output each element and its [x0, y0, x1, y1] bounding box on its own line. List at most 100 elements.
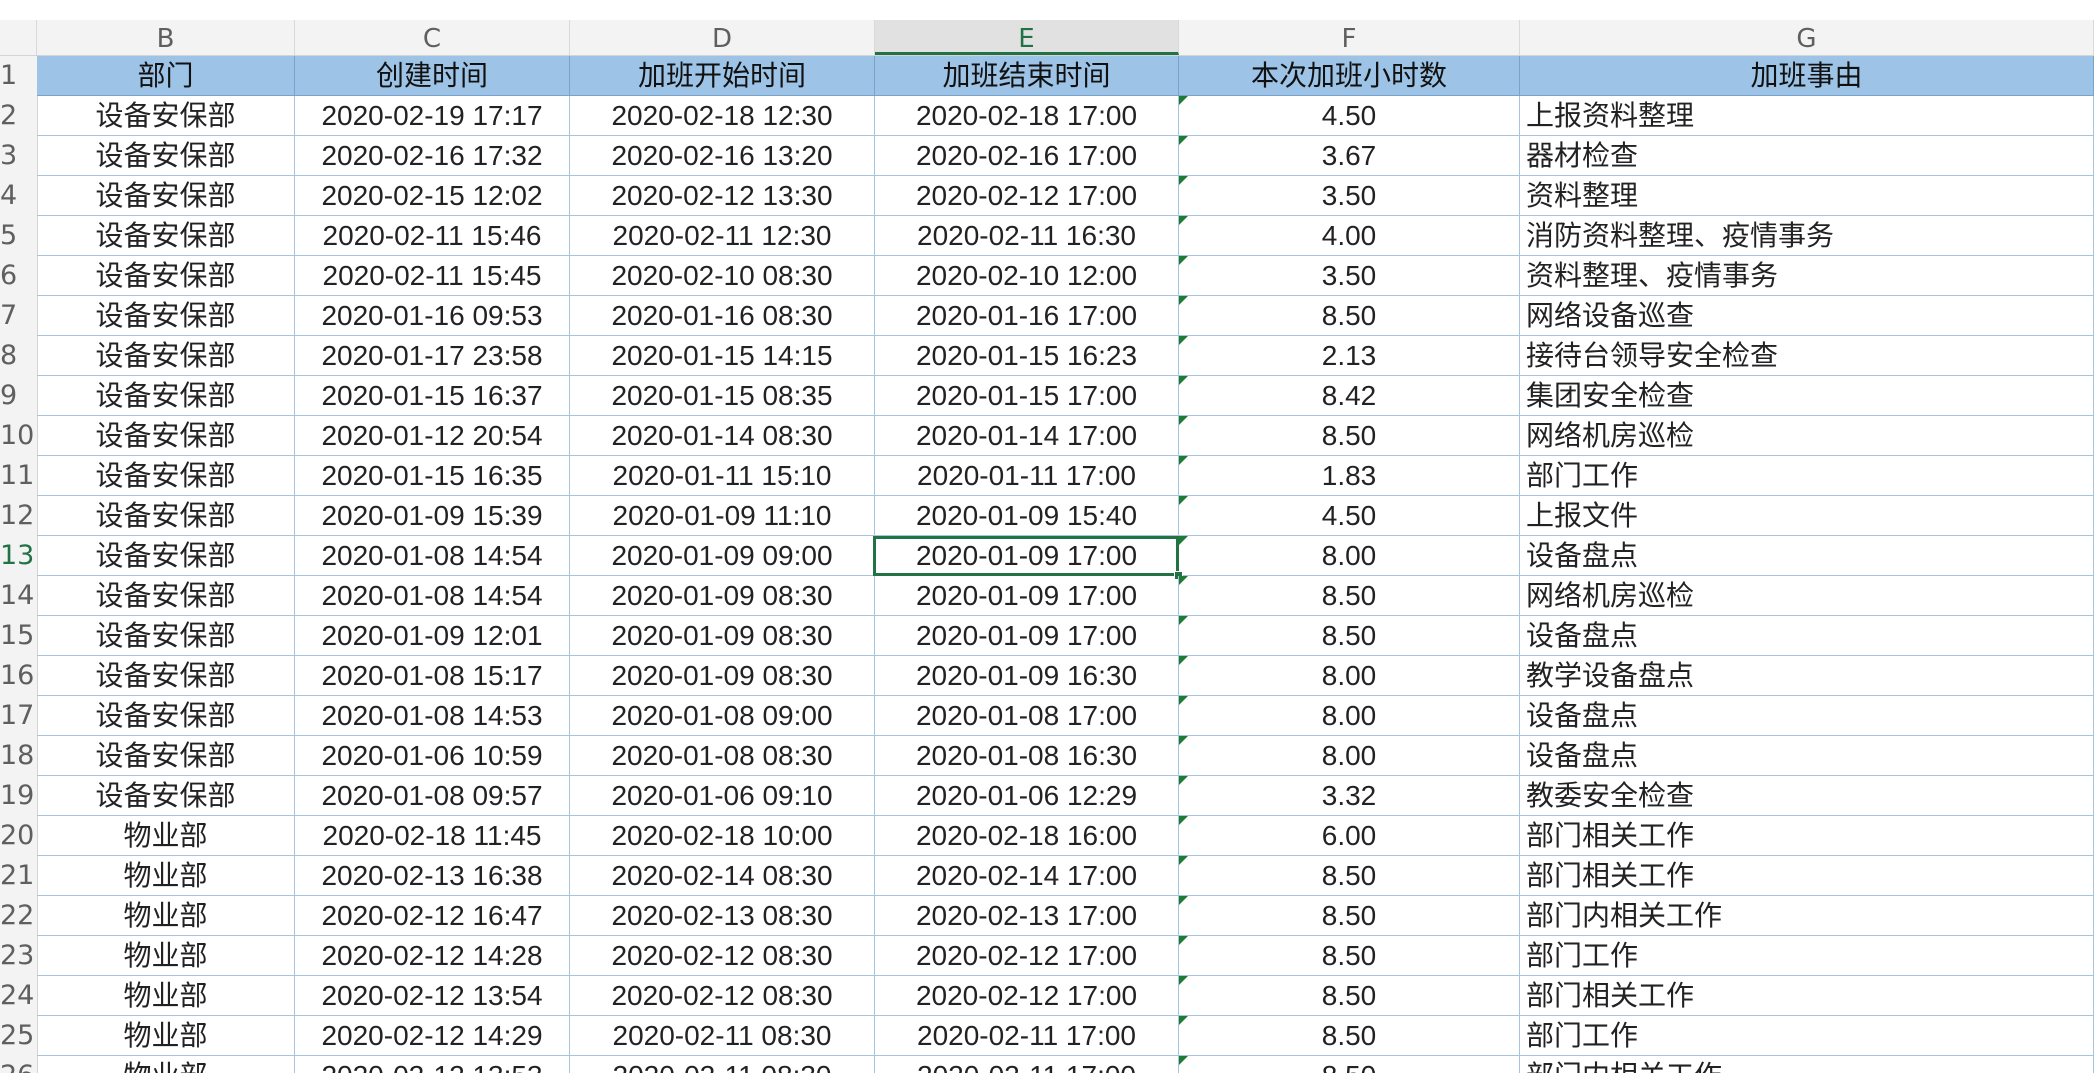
cell-department[interactable]: 设备安保部 — [37, 96, 295, 136]
column-header-e[interactable]: E — [875, 20, 1179, 55]
cell-hours[interactable]: 8.00 — [1179, 696, 1520, 736]
cell-end-time[interactable]: 2020-01-06 12:29 — [875, 776, 1179, 816]
cell-reason[interactable]: 教学设备盘点 — [1520, 656, 2094, 696]
cell-created-time[interactable]: 2020-01-08 14:54 — [295, 576, 570, 616]
cell-department[interactable]: 物业部 — [37, 816, 295, 856]
cell-end-time[interactable]: 2020-01-09 16:30 — [875, 656, 1179, 696]
cell-reason[interactable]: 消防资料整理、疫情事务 — [1520, 216, 2094, 256]
cell-created-time[interactable]: 2020-01-15 16:37 — [295, 376, 570, 416]
cell-end-time[interactable]: 2020-01-14 17:00 — [875, 416, 1179, 456]
cell-reason[interactable]: 部门相关工作 — [1520, 856, 2094, 896]
cell-created-time[interactable]: 2020-02-12 14:29 — [295, 1016, 570, 1056]
cell-department[interactable]: 设备安保部 — [37, 456, 295, 496]
cell-department[interactable]: 设备安保部 — [37, 376, 295, 416]
cell-reason[interactable]: 网络机房巡检 — [1520, 576, 2094, 616]
row-header[interactable]: 20 — [0, 816, 37, 856]
cell-created-time[interactable]: 2020-01-09 12:01 — [295, 616, 570, 656]
cell-hours[interactable]: 8.00 — [1179, 736, 1520, 776]
cell-start-time[interactable]: 2020-02-14 08:30 — [570, 856, 875, 896]
cell-start-time[interactable]: 2020-01-09 08:30 — [570, 576, 875, 616]
cell-reason[interactable]: 网络机房巡检 — [1520, 416, 2094, 456]
cell-department[interactable]: 物业部 — [37, 856, 295, 896]
cell-start-time[interactable]: 2020-01-16 08:30 — [570, 296, 875, 336]
cell-start-time[interactable]: 2020-02-18 10:00 — [570, 816, 875, 856]
cell-department[interactable]: 物业部 — [37, 936, 295, 976]
cell-hours[interactable]: 4.50 — [1179, 496, 1520, 536]
cell-created-time[interactable]: 2020-02-12 13:53 — [295, 1056, 570, 1073]
cell-department[interactable]: 设备安保部 — [37, 256, 295, 296]
cell-hours[interactable]: 8.50 — [1179, 296, 1520, 336]
row-header[interactable]: 7 — [0, 296, 37, 336]
row-header[interactable]: 23 — [0, 936, 37, 976]
row-header[interactable]: 6 — [0, 256, 37, 296]
cell-department[interactable]: 设备安保部 — [37, 656, 295, 696]
row-header[interactable]: 10 — [0, 416, 37, 456]
cell-department[interactable]: 设备安保部 — [37, 296, 295, 336]
cell-start-time[interactable]: 2020-02-11 08:30 — [570, 1016, 875, 1056]
cell-end-time[interactable]: 2020-02-16 17:00 — [875, 136, 1179, 176]
cell-hours[interactable]: 3.67 — [1179, 136, 1520, 176]
cell-reason[interactable]: 设备盘点 — [1520, 696, 2094, 736]
cell-created-time[interactable]: 2020-02-13 16:38 — [295, 856, 570, 896]
cell-start-time[interactable]: 2020-02-16 13:20 — [570, 136, 875, 176]
cell-end-time[interactable]: 2020-02-10 12:00 — [875, 256, 1179, 296]
cell-end-time[interactable]: 2020-01-08 17:00 — [875, 696, 1179, 736]
row-header[interactable]: 25 — [0, 1016, 37, 1056]
cell-end-time[interactable]: 2020-01-09 17:00 — [875, 616, 1179, 656]
cell-start-time[interactable]: 2020-01-11 15:10 — [570, 456, 875, 496]
row-header[interactable]: 9 — [0, 376, 37, 416]
row-header[interactable]: 2 — [0, 96, 37, 136]
row-header[interactable]: 16 — [0, 656, 37, 696]
cell-end-time[interactable]: 2020-01-15 16:23 — [875, 336, 1179, 376]
cell-created-time[interactable]: 2020-01-17 23:58 — [295, 336, 570, 376]
cell-hours[interactable]: 8.50 — [1179, 416, 1520, 456]
cell-end-time[interactable]: 2020-01-15 17:00 — [875, 376, 1179, 416]
cell-created-time[interactable]: 2020-01-12 20:54 — [295, 416, 570, 456]
row-header[interactable]: 24 — [0, 976, 37, 1016]
cell-reason[interactable]: 部门工作 — [1520, 456, 2094, 496]
cell-hours[interactable]: 8.50 — [1179, 1056, 1520, 1073]
cell-reason[interactable]: 上报资料整理 — [1520, 96, 2094, 136]
cell-created-time[interactable]: 2020-01-16 09:53 — [295, 296, 570, 336]
cell-created-time[interactable]: 2020-02-12 16:47 — [295, 896, 570, 936]
cell-reason[interactable]: 资料整理 — [1520, 176, 2094, 216]
cell-end-time[interactable]: 2020-02-18 16:00 — [875, 816, 1179, 856]
cell-department[interactable]: 设备安保部 — [37, 336, 295, 376]
cell-start-time[interactable]: 2020-01-14 08:30 — [570, 416, 875, 456]
cell-hours[interactable]: 4.00 — [1179, 216, 1520, 256]
cell-reason[interactable]: 教委安全检查 — [1520, 776, 2094, 816]
row-header[interactable]: 17 — [0, 696, 37, 736]
cell-department[interactable]: 设备安保部 — [37, 216, 295, 256]
cell-reason[interactable]: 接待台领导安全检查 — [1520, 336, 2094, 376]
cell-end-time[interactable]: 2020-01-08 16:30 — [875, 736, 1179, 776]
cell-end-time[interactable]: 2020-02-11 16:30 — [875, 216, 1179, 256]
row-header[interactable]: 1 — [0, 56, 37, 96]
cell-hours[interactable]: 4.50 — [1179, 96, 1520, 136]
cell-reason[interactable]: 网络设备巡查 — [1520, 296, 2094, 336]
cell-department[interactable]: 设备安保部 — [37, 616, 295, 656]
cell-start-time[interactable]: 2020-01-15 08:35 — [570, 376, 875, 416]
header-cell-start-time[interactable]: 加班开始时间 — [570, 56, 875, 96]
cell-start-time[interactable]: 2020-01-08 08:30 — [570, 736, 875, 776]
cell-hours[interactable]: 8.42 — [1179, 376, 1520, 416]
column-header-c[interactable]: C — [295, 20, 570, 55]
cell-created-time[interactable]: 2020-01-15 16:35 — [295, 456, 570, 496]
cell-start-time[interactable]: 2020-02-12 13:30 — [570, 176, 875, 216]
cell-reason[interactable]: 部门内相关工作 — [1520, 1056, 2094, 1073]
cell-hours[interactable]: 1.83 — [1179, 456, 1520, 496]
cell-department[interactable]: 物业部 — [37, 896, 295, 936]
row-header[interactable]: 26 — [0, 1056, 37, 1073]
column-header-d[interactable]: D — [570, 20, 875, 55]
cell-department[interactable]: 设备安保部 — [37, 696, 295, 736]
header-cell-hours[interactable]: 本次加班小时数 — [1179, 56, 1520, 96]
cell-hours[interactable]: 8.00 — [1179, 656, 1520, 696]
cell-hours[interactable]: 6.00 — [1179, 816, 1520, 856]
row-header[interactable]: 11 — [0, 456, 37, 496]
cell-end-time[interactable]: 2020-01-16 17:00 — [875, 296, 1179, 336]
cell-department[interactable]: 设备安保部 — [37, 576, 295, 616]
cell-reason[interactable]: 部门相关工作 — [1520, 976, 2094, 1016]
cell-hours[interactable]: 8.50 — [1179, 616, 1520, 656]
cell-department[interactable]: 物业部 — [37, 976, 295, 1016]
select-all-corner[interactable] — [0, 20, 37, 55]
cell-reason[interactable]: 设备盘点 — [1520, 736, 2094, 776]
